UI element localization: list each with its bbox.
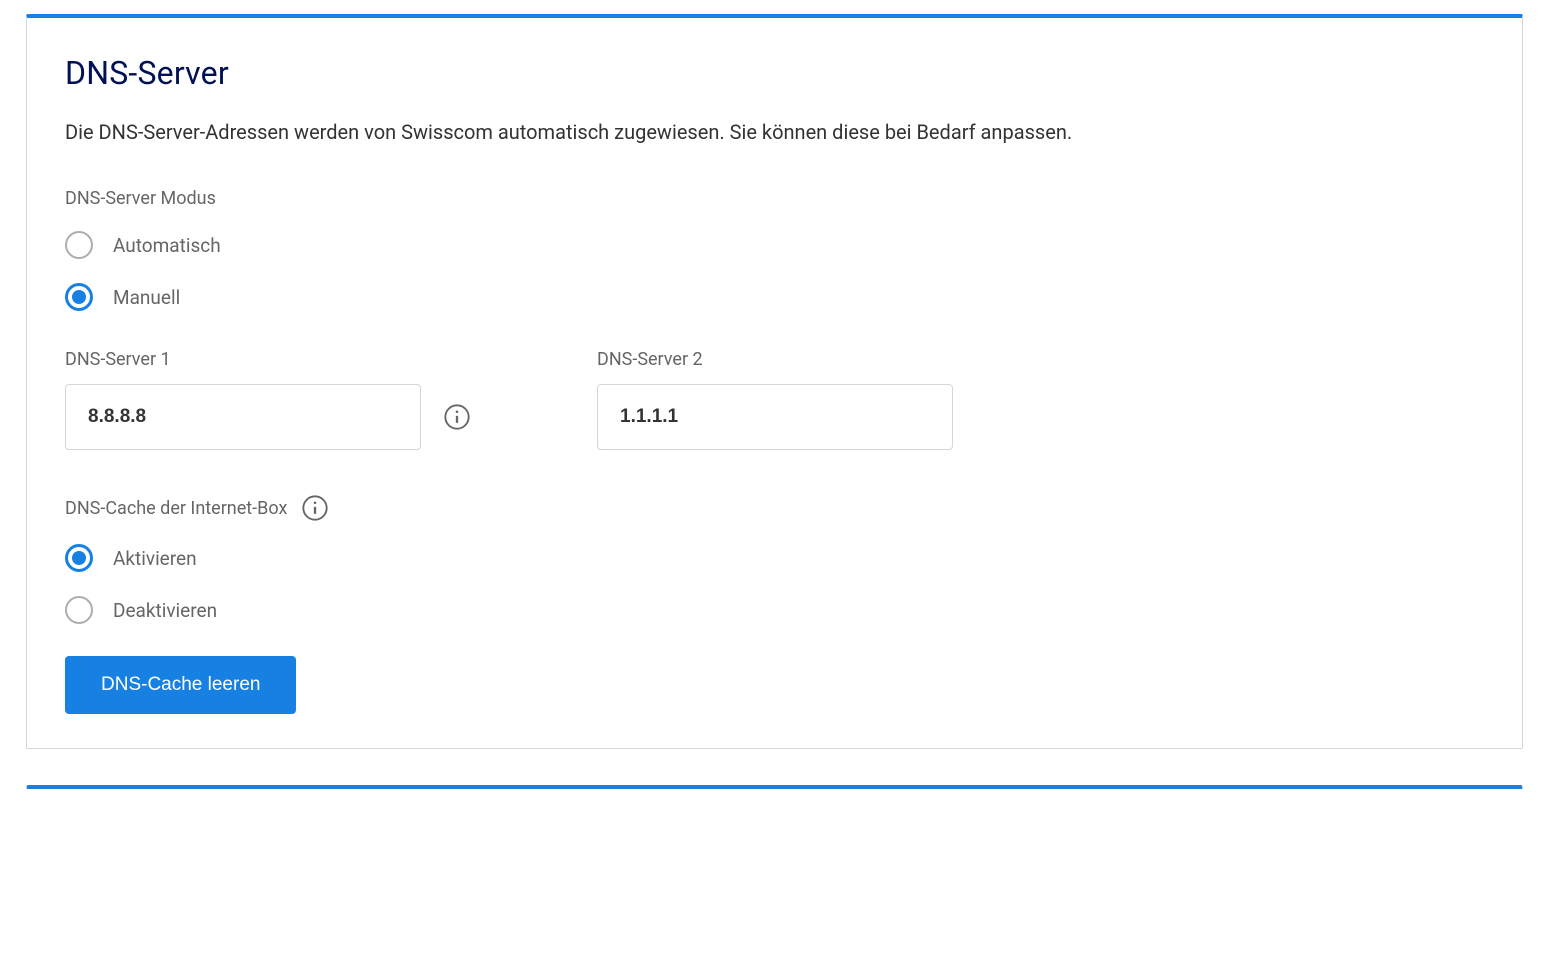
dns-mode-radio-group: Automatisch Manuell xyxy=(65,231,1484,311)
dns-cache-label: DNS-Cache der Internet-Box xyxy=(65,494,1484,522)
dns-cache-enable-label: Aktivieren xyxy=(113,547,197,570)
dns-cache-disable-label: Deaktivieren xyxy=(113,599,217,622)
info-icon[interactable] xyxy=(301,494,329,522)
radio-icon xyxy=(65,283,93,311)
dns-inputs-row: DNS-Server 1 DNS-Server 2 xyxy=(65,349,1484,450)
dns-server-2-group: DNS-Server 2 xyxy=(597,349,953,450)
dns-server-1-input[interactable] xyxy=(65,384,421,450)
dns-server-1-group: DNS-Server 1 xyxy=(65,349,471,450)
dns-cache-enable-option[interactable]: Aktivieren xyxy=(65,544,1484,572)
clear-dns-cache-button[interactable]: DNS-Cache leeren xyxy=(65,656,296,714)
dns-server-1-input-wrap xyxy=(65,384,471,450)
info-icon[interactable] xyxy=(443,403,471,431)
dns-mode-label: DNS-Server Modus xyxy=(65,188,1484,209)
card-description: Die DNS-Server-Adressen werden von Swiss… xyxy=(65,120,1484,144)
dns-server-card: DNS-Server Die DNS-Server-Adressen werde… xyxy=(26,14,1523,749)
dns-mode-manual-label: Manuell xyxy=(113,286,180,309)
radio-icon xyxy=(65,231,93,259)
dns-mode-auto-label: Automatisch xyxy=(113,234,221,257)
card-title: DNS-Server xyxy=(65,54,1484,92)
dns-cache-label-text: DNS-Cache der Internet-Box xyxy=(65,498,287,519)
dns-cache-radio-group: Aktivieren Deaktivieren xyxy=(65,544,1484,624)
dns-server-2-input[interactable] xyxy=(597,384,953,450)
dns-mode-auto-option[interactable]: Automatisch xyxy=(65,231,1484,259)
next-card-top-edge xyxy=(26,785,1523,789)
dns-server-2-input-wrap xyxy=(597,384,953,450)
dns-cache-section: DNS-Cache der Internet-Box Aktivieren De… xyxy=(65,494,1484,714)
dns-server-1-label: DNS-Server 1 xyxy=(65,349,471,370)
dns-mode-manual-option[interactable]: Manuell xyxy=(65,283,1484,311)
dns-cache-disable-option[interactable]: Deaktivieren xyxy=(65,596,1484,624)
dns-server-2-label: DNS-Server 2 xyxy=(597,349,953,370)
radio-icon xyxy=(65,596,93,624)
radio-icon xyxy=(65,544,93,572)
